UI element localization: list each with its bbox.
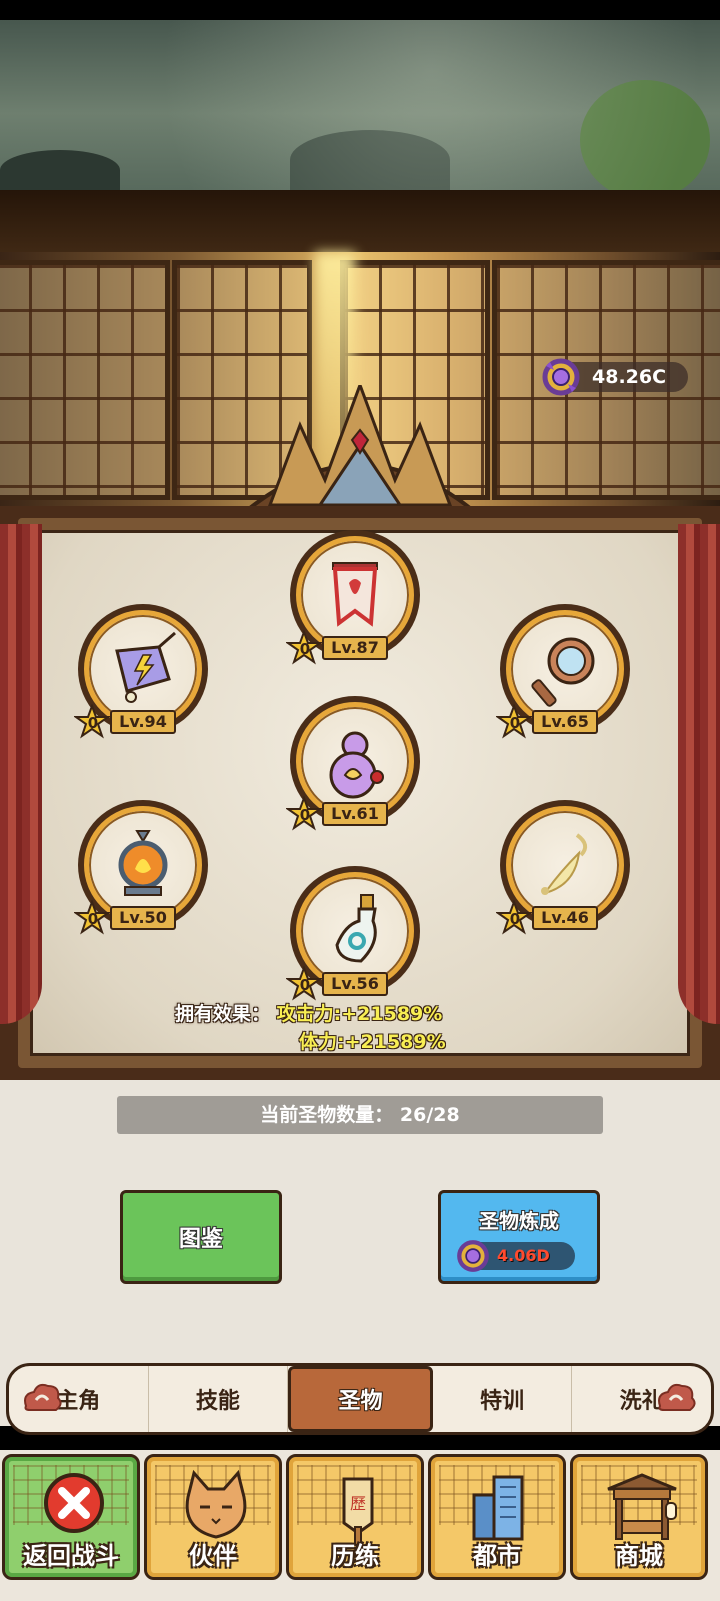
relic-level: Lv.50 <box>110 906 176 930</box>
relic-stars: 0 <box>87 714 99 732</box>
cat-face-icon <box>185 1469 247 1539</box>
crown-ornament-icon <box>230 385 490 525</box>
refine-relic-button[interactable]: 圣物炼成 4.06D <box>438 1190 600 1284</box>
codex-button-label: 图鉴 <box>178 1227 223 1252</box>
relic-level: Lv.46 <box>532 906 598 930</box>
tab-relics[interactable]: 圣物 <box>288 1366 433 1432</box>
tab-skills[interactable]: 技能 <box>149 1366 289 1432</box>
nav-training[interactable]: 歷 历练 <box>286 1454 424 1580</box>
stamina-bonus: 体力:+21589% <box>299 1031 446 1053</box>
svg-text:歷: 歷 <box>350 1494 366 1513</box>
relic-level: Lv.65 <box>532 710 598 734</box>
relic-slot-banner[interactable]: 0 Lv.87 <box>286 530 420 680</box>
relic-slot-gourd[interactable]: 0 Lv.61 <box>286 696 420 846</box>
relic-stars: 0 <box>299 806 311 824</box>
category-tabs: 主角 技能 圣物 特训 洗礼 <box>6 1363 714 1435</box>
refine-button-label: 圣物炼成 <box>479 1208 559 1233</box>
ceiling-beam <box>0 190 720 252</box>
refine-cost: 4.06D <box>457 1239 575 1272</box>
tab-label: 特训 <box>480 1389 525 1414</box>
mist-overlay <box>0 20 720 190</box>
relic-count-bar: 当前圣物数量： 26/28 <box>117 1096 603 1134</box>
currency-display: 48.26C <box>542 358 688 396</box>
relic-slot-whisk[interactable]: 0 Lv.46 <box>496 800 630 950</box>
cloud-icon <box>658 1383 696 1411</box>
wooden-sign-icon: 歷 <box>342 1477 374 1546</box>
nav-city[interactable]: 都市 <box>428 1454 566 1580</box>
relic-level: Lv.61 <box>322 802 388 826</box>
nav-label: 伙伴 <box>189 1542 237 1570</box>
nav-return-battle[interactable]: 返回战斗 <box>2 1454 140 1580</box>
tab-label: 技能 <box>195 1389 240 1414</box>
relic-slot-lantern[interactable]: 0 Lv.50 <box>74 800 208 950</box>
nav-shop[interactable]: 商城 <box>570 1454 708 1580</box>
tab-training[interactable]: 特训 <box>433 1366 573 1432</box>
owned-effects: 拥有效果： 攻击力:+21589% 体力:+21589% <box>175 1000 446 1056</box>
curtain-left <box>0 524 42 1024</box>
codex-button[interactable]: 图鉴 <box>120 1190 282 1284</box>
effects-label: 拥有效果： <box>175 1003 271 1025</box>
relic-stars: 0 <box>87 910 99 928</box>
attack-bonus: 攻击力:+21589% <box>276 1003 443 1025</box>
market-stall-icon <box>607 1473 677 1540</box>
nav-partners[interactable]: 伙伴 <box>144 1454 282 1580</box>
relic-stars: 0 <box>509 714 521 732</box>
purple-gourd-icon <box>329 731 384 799</box>
relic-level: Lv.94 <box>110 710 176 734</box>
nav-label: 都市 <box>473 1542 521 1570</box>
relic-level: Lv.87 <box>322 636 388 660</box>
currency-amount: 48.26C <box>592 366 667 388</box>
nav-label: 历练 <box>331 1542 379 1570</box>
relic-stars: 0 <box>299 976 311 994</box>
status-bar <box>0 0 720 20</box>
red-banner-icon <box>332 562 378 627</box>
relic-stars: 0 <box>509 910 521 928</box>
refine-cost-value: 4.06D <box>497 1245 550 1265</box>
relic-stars: 0 <box>299 640 311 658</box>
ring-gem-icon <box>457 1239 489 1272</box>
ring-gem-icon <box>542 358 580 396</box>
fire-lantern-icon <box>118 830 168 896</box>
relic-slot-vase[interactable]: 0 Lv.56 <box>286 866 420 1016</box>
jade-vase-icon <box>335 894 377 963</box>
nav-label: 商城 <box>615 1542 663 1570</box>
red-x-icon <box>44 1473 104 1533</box>
lightning-bell-icon <box>115 631 176 703</box>
relic-slot-mirror[interactable]: 0 Lv.65 <box>496 604 630 754</box>
shoji-screen <box>0 260 170 500</box>
hand-mirror-icon <box>531 637 595 707</box>
relic-slot-bell[interactable]: 0 Lv.94 <box>74 604 208 754</box>
nav-label: 返回战斗 <box>23 1542 119 1570</box>
skyscraper-icon <box>472 1475 524 1541</box>
relic-level: Lv.56 <box>322 972 388 996</box>
cloud-icon <box>24 1383 62 1411</box>
tab-label: 圣物 <box>338 1389 383 1414</box>
golden-whisk-icon <box>541 833 588 895</box>
background-scenery <box>0 20 720 190</box>
curtain-right <box>678 524 720 1024</box>
